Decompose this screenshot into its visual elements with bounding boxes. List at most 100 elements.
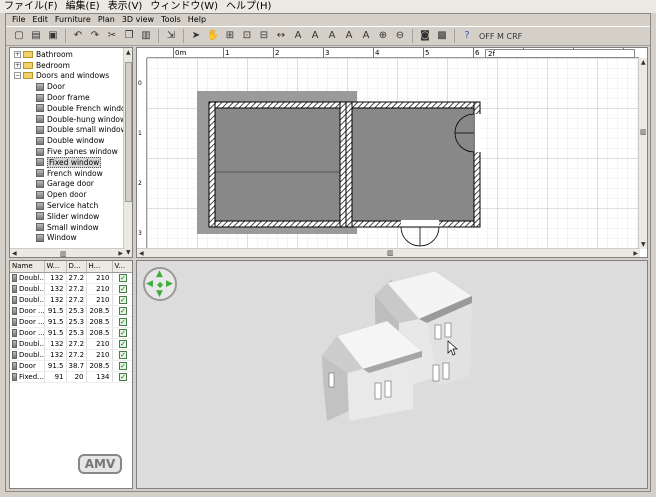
undo-icon[interactable]: ↶ bbox=[71, 29, 85, 43]
table-row[interactable]: Door 91.5 38.7 208.5 ✓ bbox=[10, 360, 132, 372]
plan-horizontal-scrollbar[interactable]: ◀ ▥ ▶ bbox=[137, 248, 640, 257]
table-row[interactable]: Fixed... 91 20 134 ✓ bbox=[10, 371, 132, 383]
text-size-icon[interactable]: A bbox=[359, 29, 373, 43]
visible-checkbox[interactable]: ✓ bbox=[119, 284, 127, 293]
scroll-left-arrow-icon[interactable]: ◀ bbox=[12, 250, 17, 257]
create-rooms-icon[interactable]: ⊡ bbox=[240, 29, 254, 43]
visible-checkbox[interactable]: ✓ bbox=[119, 339, 127, 348]
app-menu-item[interactable]: Furniture bbox=[55, 14, 91, 26]
wall[interactable] bbox=[208, 220, 347, 228]
visible-checkbox[interactable]: ✓ bbox=[119, 317, 127, 326]
visible-checkbox[interactable]: ✓ bbox=[119, 295, 127, 304]
create-dimensions-icon[interactable]: ↔ bbox=[274, 29, 288, 43]
visible-checkbox[interactable]: ✓ bbox=[119, 361, 127, 370]
catalog-item[interactable]: Open door bbox=[14, 189, 132, 200]
scroll-thumb-grip-icon[interactable]: ▥ bbox=[640, 128, 647, 136]
create-walls-icon[interactable]: ⊞ bbox=[223, 29, 237, 43]
scroll-down-arrow-icon[interactable]: ▼ bbox=[126, 249, 131, 256]
app-menu-item[interactable]: Help bbox=[188, 14, 206, 26]
wall[interactable] bbox=[208, 101, 216, 228]
redo-icon[interactable]: ↷ bbox=[88, 29, 102, 43]
visible-checkbox[interactable]: ✓ bbox=[119, 328, 127, 337]
table-row[interactable]: Doubl... 132 27.2 210 ✓ bbox=[10, 294, 132, 306]
room-left[interactable] bbox=[215, 108, 340, 221]
paste-icon[interactable]: ▥ bbox=[139, 29, 153, 43]
room-right[interactable] bbox=[352, 108, 474, 221]
zoom-in-icon[interactable]: ⊕ bbox=[376, 29, 390, 43]
catalog-category[interactable]: + Bathroom bbox=[14, 49, 132, 60]
expand-icon[interactable]: + bbox=[14, 50, 21, 58]
catalog-item[interactable]: Garage door bbox=[14, 179, 132, 190]
scroll-right-arrow-icon[interactable]: ▶ bbox=[118, 250, 123, 257]
scroll-left-arrow-icon[interactable]: ◀ bbox=[139, 250, 144, 257]
catalog-category[interactable]: − Doors and windows bbox=[14, 71, 132, 82]
catalog-item[interactable]: Small window bbox=[14, 222, 132, 233]
scroll-up-arrow-icon[interactable]: ▲ bbox=[641, 59, 646, 66]
visible-checkbox[interactable]: ✓ bbox=[119, 350, 127, 359]
wall[interactable] bbox=[339, 101, 347, 228]
app-menu-item[interactable]: Edit bbox=[32, 14, 48, 26]
host-menu-item[interactable]: ヘルプ(H) bbox=[226, 0, 271, 13]
host-menu-item[interactable]: 表示(V) bbox=[108, 0, 143, 13]
host-menu-item[interactable]: 編集(E) bbox=[66, 0, 100, 13]
cut-icon[interactable]: ✂ bbox=[105, 29, 119, 43]
plan-vertical-scrollbar[interactable]: ▲ ▥ ▼ bbox=[638, 58, 647, 249]
copy-icon[interactable]: ❐ bbox=[122, 29, 136, 43]
catalog-item[interactable]: Window bbox=[14, 233, 132, 244]
table-row[interactable]: Doubl... 132 27.2 210 ✓ bbox=[10, 283, 132, 295]
create-video-icon[interactable]: ▩ bbox=[435, 29, 449, 43]
new-home-icon[interactable]: ▢ bbox=[12, 29, 26, 43]
select-mode-icon[interactable]: ➤ bbox=[189, 29, 203, 43]
catalog-item[interactable]: Double window bbox=[14, 135, 132, 146]
plan-drawing[interactable] bbox=[147, 58, 639, 249]
create-photo-icon[interactable]: ◙ bbox=[418, 29, 432, 43]
catalog-item[interactable]: Double-hung window bbox=[14, 114, 132, 125]
scroll-up-arrow-icon[interactable]: ▲ bbox=[126, 49, 131, 56]
catalog-horizontal-scrollbar[interactable]: ◀ ▥ ▶ bbox=[10, 248, 125, 257]
table-row[interactable]: Door ... 91.5 25.3 208.5 ✓ bbox=[10, 305, 132, 317]
wall[interactable] bbox=[345, 101, 481, 109]
text-italic-icon[interactable]: A bbox=[342, 29, 356, 43]
column-header[interactable]: W... bbox=[44, 261, 67, 273]
3d-house-rendering[interactable] bbox=[137, 261, 648, 489]
level-tab[interactable]: 2f bbox=[485, 49, 635, 58]
save-icon[interactable]: ▣ bbox=[46, 29, 60, 43]
collapse-icon[interactable]: − bbox=[14, 72, 21, 80]
pan-mode-icon[interactable]: ✋ bbox=[206, 29, 220, 43]
plan-view[interactable]: 0m123456789 012345 2f bbox=[136, 47, 648, 258]
table-row[interactable]: Doubl... 132 27.2 210 ✓ bbox=[10, 338, 132, 350]
3d-view[interactable]: ▲ ▼ ◀ ▶ ◆ bbox=[136, 260, 648, 489]
open-icon[interactable]: ▤ bbox=[29, 29, 43, 43]
wall[interactable] bbox=[345, 101, 353, 228]
column-header[interactable]: V... bbox=[112, 261, 132, 273]
add-text-icon[interactable]: A bbox=[291, 29, 305, 43]
catalog-item[interactable]: Door bbox=[14, 81, 132, 92]
help-icon[interactable]: ? bbox=[460, 29, 474, 43]
app-menu-item[interactable]: File bbox=[12, 14, 25, 26]
column-header[interactable]: Name bbox=[10, 261, 45, 273]
catalog-item[interactable]: Service hatch bbox=[14, 200, 132, 211]
catalog-item[interactable]: Slider window bbox=[14, 211, 132, 222]
catalog-item[interactable]: Double small window bbox=[14, 125, 132, 136]
catalog-scroll-thumb[interactable] bbox=[125, 62, 132, 202]
table-row[interactable]: Door ... 91.5 25.3 208.5 ✓ bbox=[10, 327, 132, 339]
app-menu-item[interactable]: 3D view bbox=[122, 14, 154, 26]
table-row[interactable]: Door ... 91.5 25.3 208.5 ✓ bbox=[10, 316, 132, 328]
table-row[interactable]: Doubl... 132 27.2 210 ✓ bbox=[10, 272, 132, 284]
catalog-category[interactable]: + Bedroom bbox=[14, 60, 132, 71]
create-polylines-icon[interactable]: ⊟ bbox=[257, 29, 271, 43]
catalog-item[interactable]: Door frame bbox=[14, 92, 132, 103]
text-bold-icon[interactable]: A bbox=[325, 29, 339, 43]
catalog-vertical-scrollbar[interactable]: ▲ ▼ bbox=[123, 48, 132, 257]
host-menu-item[interactable]: ファイル(F) bbox=[4, 0, 58, 13]
column-header[interactable]: D... bbox=[66, 261, 87, 273]
furniture-catalog-tree[interactable]: + Bathroom + Bedroom − Doors and windows Door D… bbox=[9, 47, 133, 258]
scroll-thumb-grip-icon[interactable]: ▥ bbox=[387, 249, 394, 257]
app-menu-item[interactable]: Tools bbox=[161, 14, 181, 26]
catalog-item[interactable]: Fixed window bbox=[14, 156, 132, 168]
add-furniture-icon[interactable]: ⇲ bbox=[164, 29, 178, 43]
scroll-right-arrow-icon[interactable]: ▶ bbox=[633, 250, 638, 257]
expand-icon[interactable]: + bbox=[14, 61, 21, 69]
visible-checkbox[interactable]: ✓ bbox=[119, 273, 127, 282]
table-row[interactable]: Doubl... 132 27.2 210 ✓ bbox=[10, 349, 132, 361]
